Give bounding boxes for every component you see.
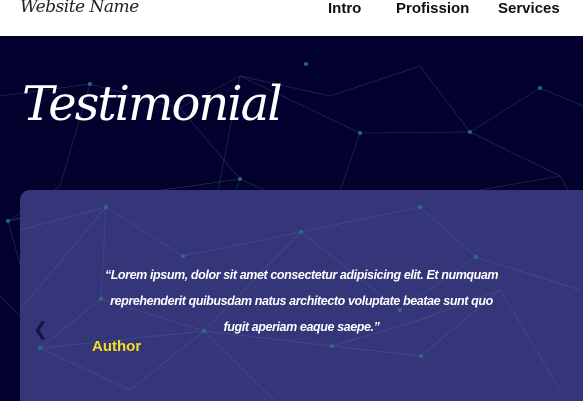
navbar: Website Name Intro Profission Services <box>0 0 583 36</box>
nav-link-services[interactable]: Services <box>498 0 560 17</box>
nav-link-intro[interactable]: Intro <box>328 0 361 17</box>
testimonial-quote: “Lorem ipsum, dolor sit amet consectetur… <box>20 262 583 340</box>
testimonial-author: Author <box>92 338 142 355</box>
chevron-left-icon[interactable]: ❮ <box>33 319 48 340</box>
quote-line: reprehenderit quibusdam natus architecto… <box>110 294 493 308</box>
brand-logo[interactable]: Website Name <box>20 0 139 17</box>
nav-link-profission[interactable]: Profission <box>396 0 469 17</box>
section-title: Testimonial <box>22 76 283 132</box>
quote-line: fugit aperiam eaque saepe.” <box>223 320 380 334</box>
quote-line: “Lorem ipsum, dolor sit amet consectetur… <box>104 268 499 282</box>
